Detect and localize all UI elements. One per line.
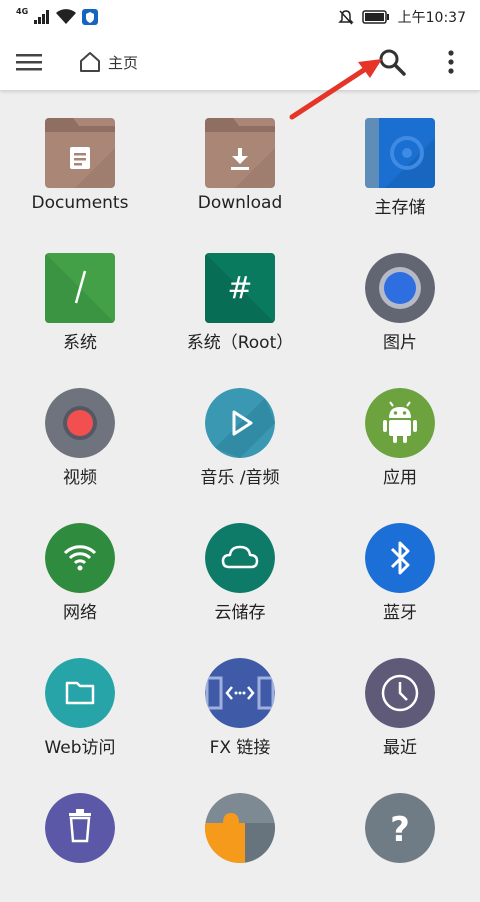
- home-icon: [80, 52, 100, 72]
- tile-web-access[interactable]: Web访问: [0, 632, 160, 767]
- menu-button[interactable]: [14, 48, 44, 76]
- tile-label: Web访问: [44, 738, 116, 758]
- tile-label: Documents: [31, 193, 129, 213]
- tile-label: 图片: [383, 333, 417, 353]
- web-access-folder-icon: [45, 658, 115, 728]
- tile-label: 音乐 /音频: [200, 468, 280, 488]
- tile-label: 系统: [63, 333, 97, 353]
- more-options-button[interactable]: [440, 46, 462, 78]
- network-wifi-icon: [45, 523, 115, 593]
- tile-download[interactable]: Download: [160, 92, 320, 227]
- tile-main-storage[interactable]: 主存储: [320, 92, 480, 227]
- tile-recent[interactable]: 最近: [320, 632, 480, 767]
- tile-cloud-storage[interactable]: 云储存: [160, 497, 320, 632]
- system-icon: [45, 253, 115, 323]
- bluetooth-icon: [365, 523, 435, 593]
- tile-video[interactable]: 视频: [0, 362, 160, 497]
- tile-music-audio[interactable]: 音乐 /音频: [160, 362, 320, 497]
- tile-trash[interactable]: [0, 767, 160, 902]
- svg-text:#: #: [227, 271, 252, 306]
- home-label: 主页: [108, 53, 139, 72]
- mute-bell-icon: [337, 10, 354, 25]
- clock: 上午10:37: [397, 10, 466, 26]
- status-bar: 4G 上午10:37: [0, 0, 480, 34]
- main-storage-icon: [365, 118, 435, 188]
- tile-label: 最近: [383, 738, 417, 758]
- signal-icon: [34, 10, 50, 24]
- battery-icon: [361, 10, 389, 24]
- tile-label: 蓝牙: [383, 603, 417, 623]
- tile-apps[interactable]: 应用: [320, 362, 480, 497]
- tile-label: 主存储: [374, 198, 426, 218]
- tile-fx-connect[interactable]: FX 链接: [160, 632, 320, 767]
- tile-network[interactable]: 网络: [0, 497, 160, 632]
- recent-clock-icon: [365, 658, 435, 728]
- tile-plugins[interactable]: [160, 767, 320, 902]
- video-icon: [45, 388, 115, 458]
- tile-label: 应用: [383, 468, 417, 488]
- search-button[interactable]: [376, 46, 408, 78]
- system-root-icon: #: [205, 253, 275, 323]
- apps-android-icon: [365, 388, 435, 458]
- fx-connect-icon: [205, 658, 275, 728]
- tile-label: Download: [197, 193, 283, 213]
- app-bar: 主页: [0, 34, 480, 90]
- music-audio-icon: [205, 388, 275, 458]
- tile-documents[interactable]: Documents: [0, 92, 160, 227]
- tile-bluetooth[interactable]: 蓝牙: [320, 497, 480, 632]
- cloud-storage-icon: [205, 523, 275, 593]
- home-breadcrumb[interactable]: 主页: [78, 49, 138, 75]
- pictures-icon: [365, 253, 435, 323]
- network-type: 4G: [16, 6, 29, 16]
- tile-system-root[interactable]: # 系统（Root）: [160, 227, 320, 362]
- download-folder-icon: [205, 118, 275, 188]
- app-notification-icon: [82, 9, 99, 25]
- tile-label: FX 链接: [209, 738, 271, 758]
- tile-label: 系统（Root）: [186, 333, 294, 353]
- tile-help[interactable]: ?: [320, 767, 480, 902]
- svg-text:?: ?: [390, 810, 410, 850]
- tile-pictures[interactable]: 图片: [320, 227, 480, 362]
- status-right: 上午10:37: [337, 7, 466, 27]
- wifi-icon: [56, 9, 77, 24]
- search-icon: [379, 49, 406, 76]
- status-left: 4G: [16, 6, 99, 27]
- tile-label: 视频: [63, 468, 97, 488]
- tile-system[interactable]: 系统: [0, 227, 160, 362]
- hamburger-icon: [16, 54, 42, 71]
- documents-folder-icon: [45, 118, 115, 188]
- tile-label: 云储存: [214, 603, 266, 623]
- more-vert-icon: [448, 50, 454, 74]
- tile-label: 网络: [63, 603, 97, 623]
